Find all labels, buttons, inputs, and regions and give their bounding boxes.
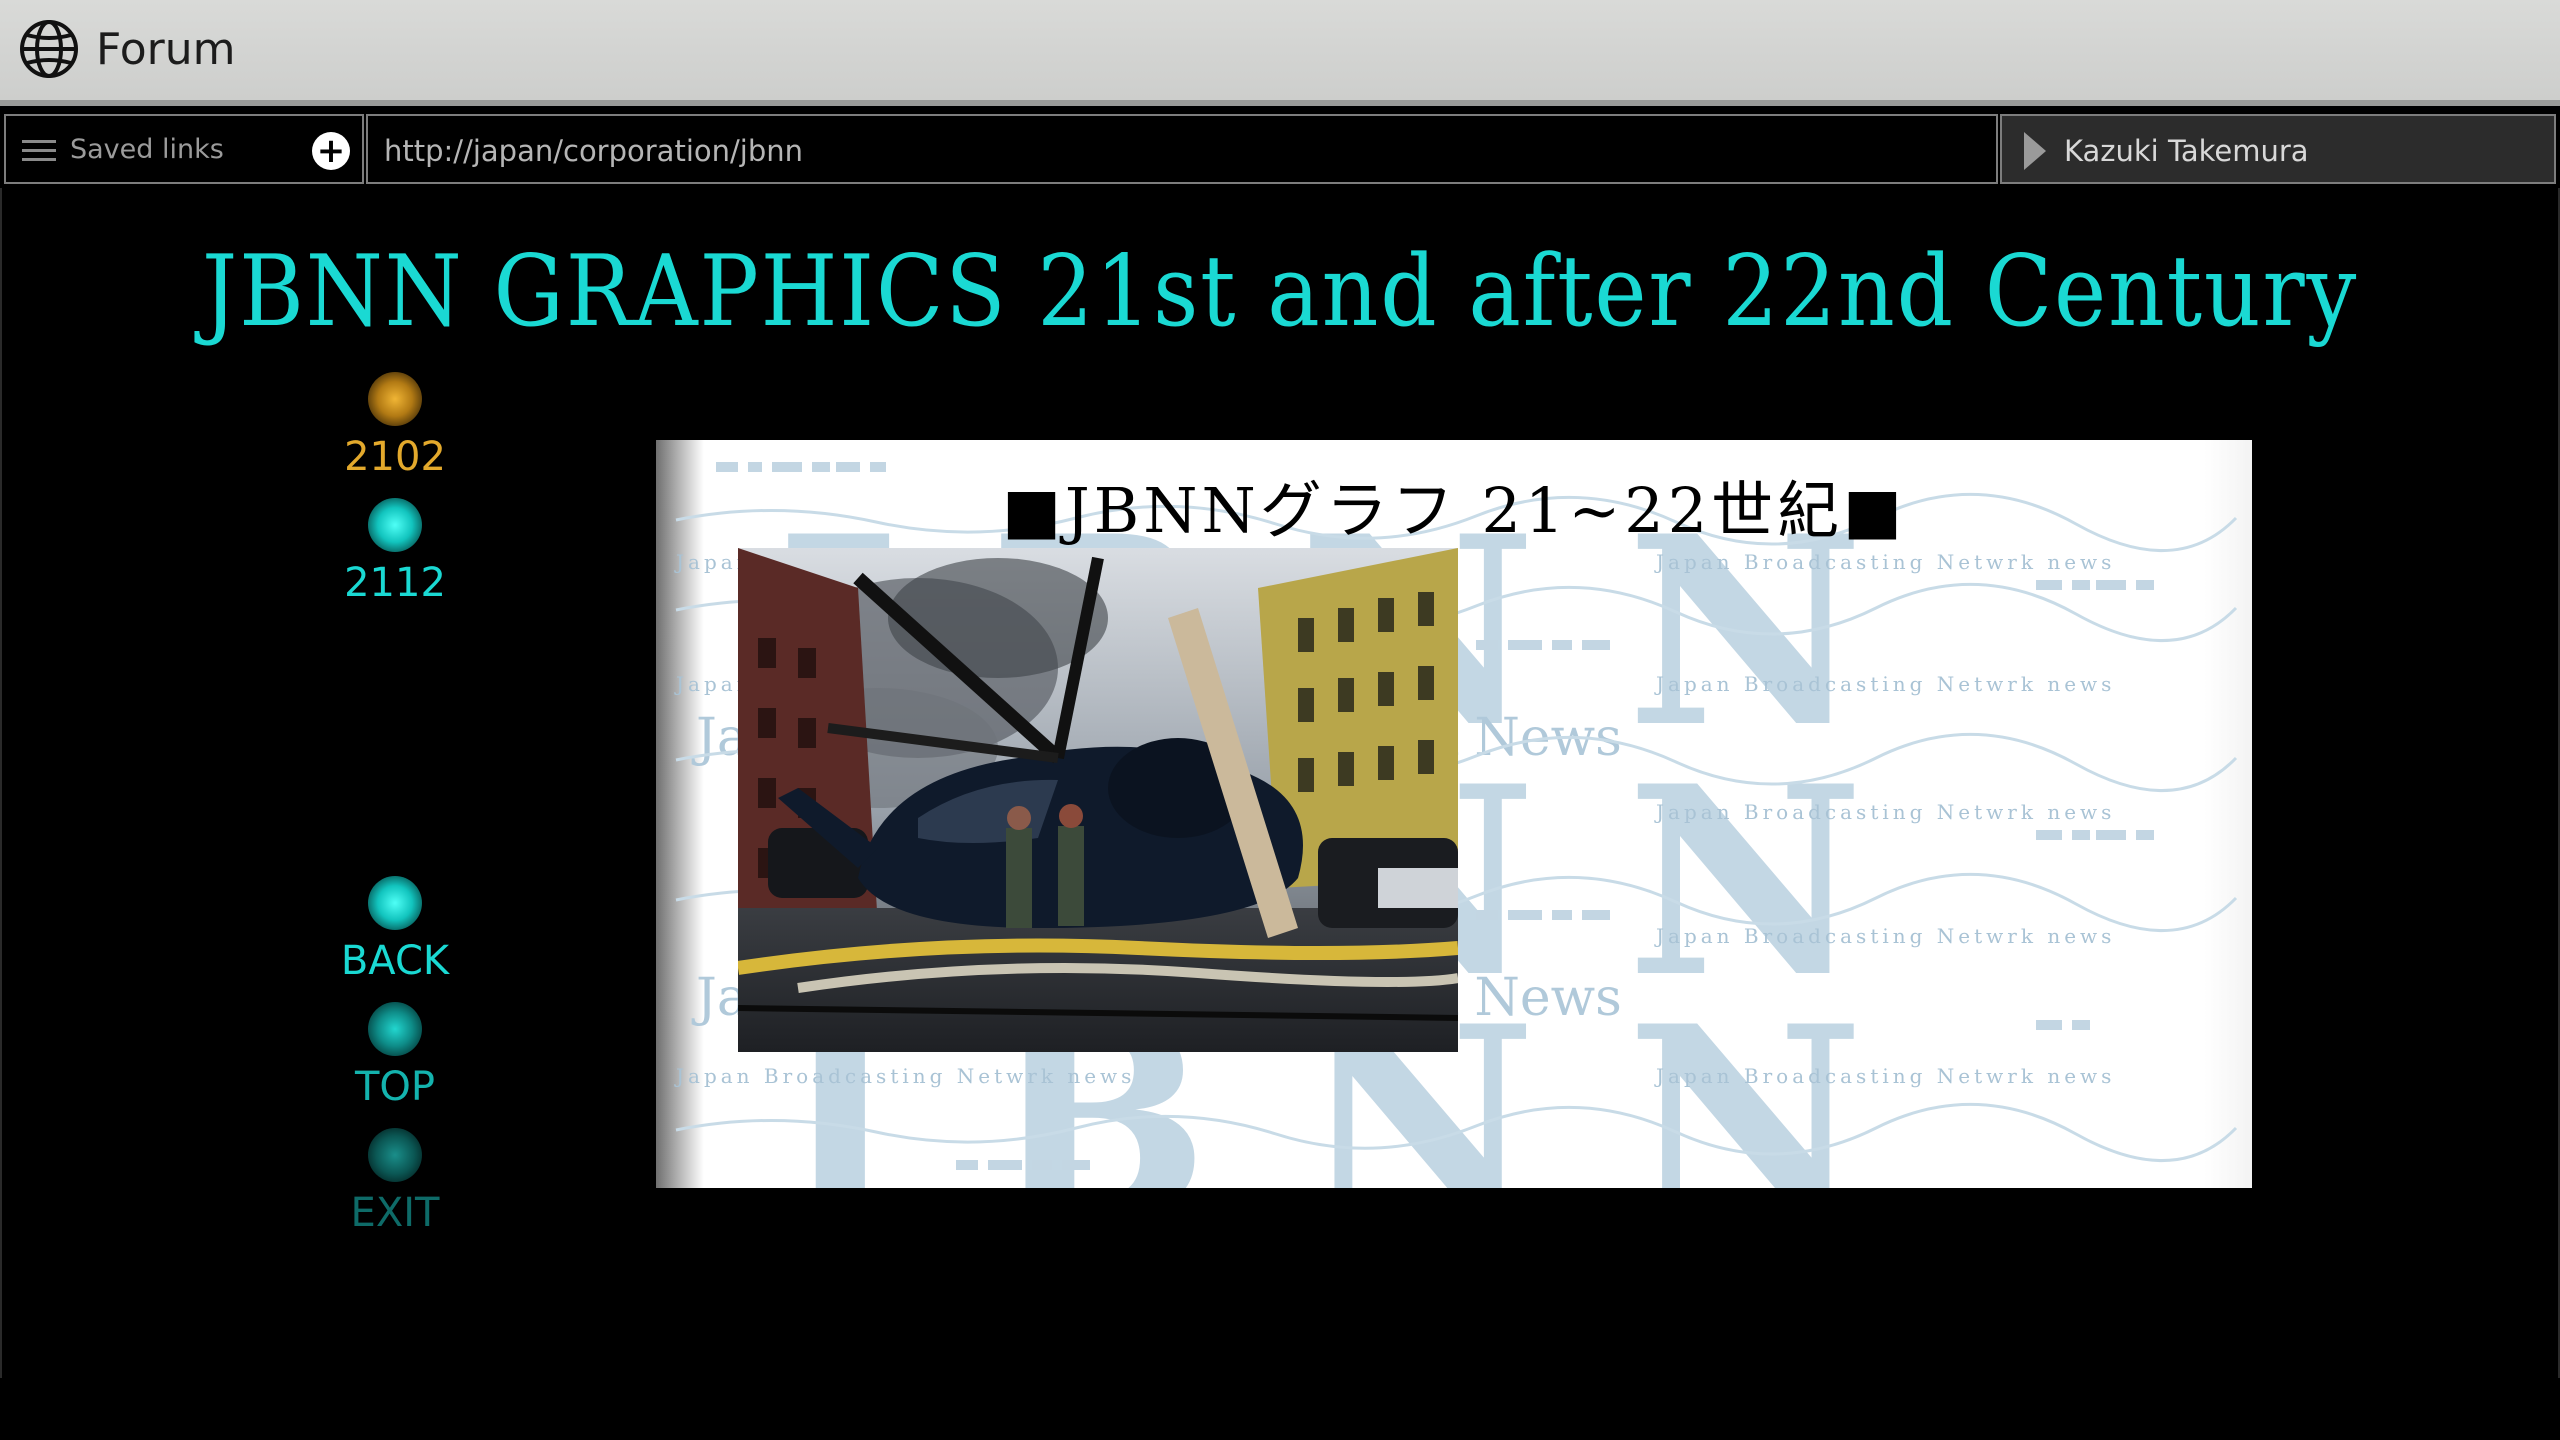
gold-orb-icon [368,372,422,426]
add-link-icon[interactable]: + [312,132,350,170]
helicopter-crash-photo [738,548,1458,1052]
address-bar: Saved links + http://japan/corporation/j… [0,110,2560,188]
nav-label-exit: EXIT [350,1190,440,1236]
nav-back[interactable]: BACK [300,876,490,984]
nav-label-top: TOP [354,1064,436,1110]
url-text: http://japan/corporation/jbnn [384,134,803,168]
menu-icon [22,140,56,161]
url-field[interactable]: http://japan/corporation/jbnn [366,114,1998,184]
page-title: JBNN GRAPHICS 21st and after 22nd Centur… [201,235,2359,349]
saved-links-label: Saved links [70,134,224,165]
jbnn-graphic-panel: JBNN JBNN JBNN Japan Broadcasting Networ… [656,440,2252,1188]
nav-2112[interactable]: 2112 [300,498,490,606]
nav-2102[interactable]: 2102 [300,372,490,480]
nav-top[interactable]: TOP [300,1002,490,1110]
user-menu[interactable]: Kazuki Takemura [2000,114,2556,184]
nav-label-2112: 2112 [344,560,446,606]
cyan-orb-icon [368,1002,422,1056]
dim-orb-icon [368,1128,422,1182]
cyan-orb-icon [368,498,422,552]
nav-exit[interactable]: EXIT [300,1128,490,1236]
cyan-orb-icon [368,876,422,930]
title-bar: Forum [0,0,2560,106]
app-title: Forum [96,24,236,75]
nav-label-2102: 2102 [344,434,446,480]
globe-icon [20,20,78,78]
graphic-caption: ■JBNNグラフ 21~22世紀■ [1002,474,1906,547]
nav-label-back: BACK [340,938,450,984]
play-arrow-icon [2024,132,2046,170]
user-name: Kazuki Takemura [2064,134,2309,168]
saved-links-button[interactable]: Saved links + [4,114,364,184]
